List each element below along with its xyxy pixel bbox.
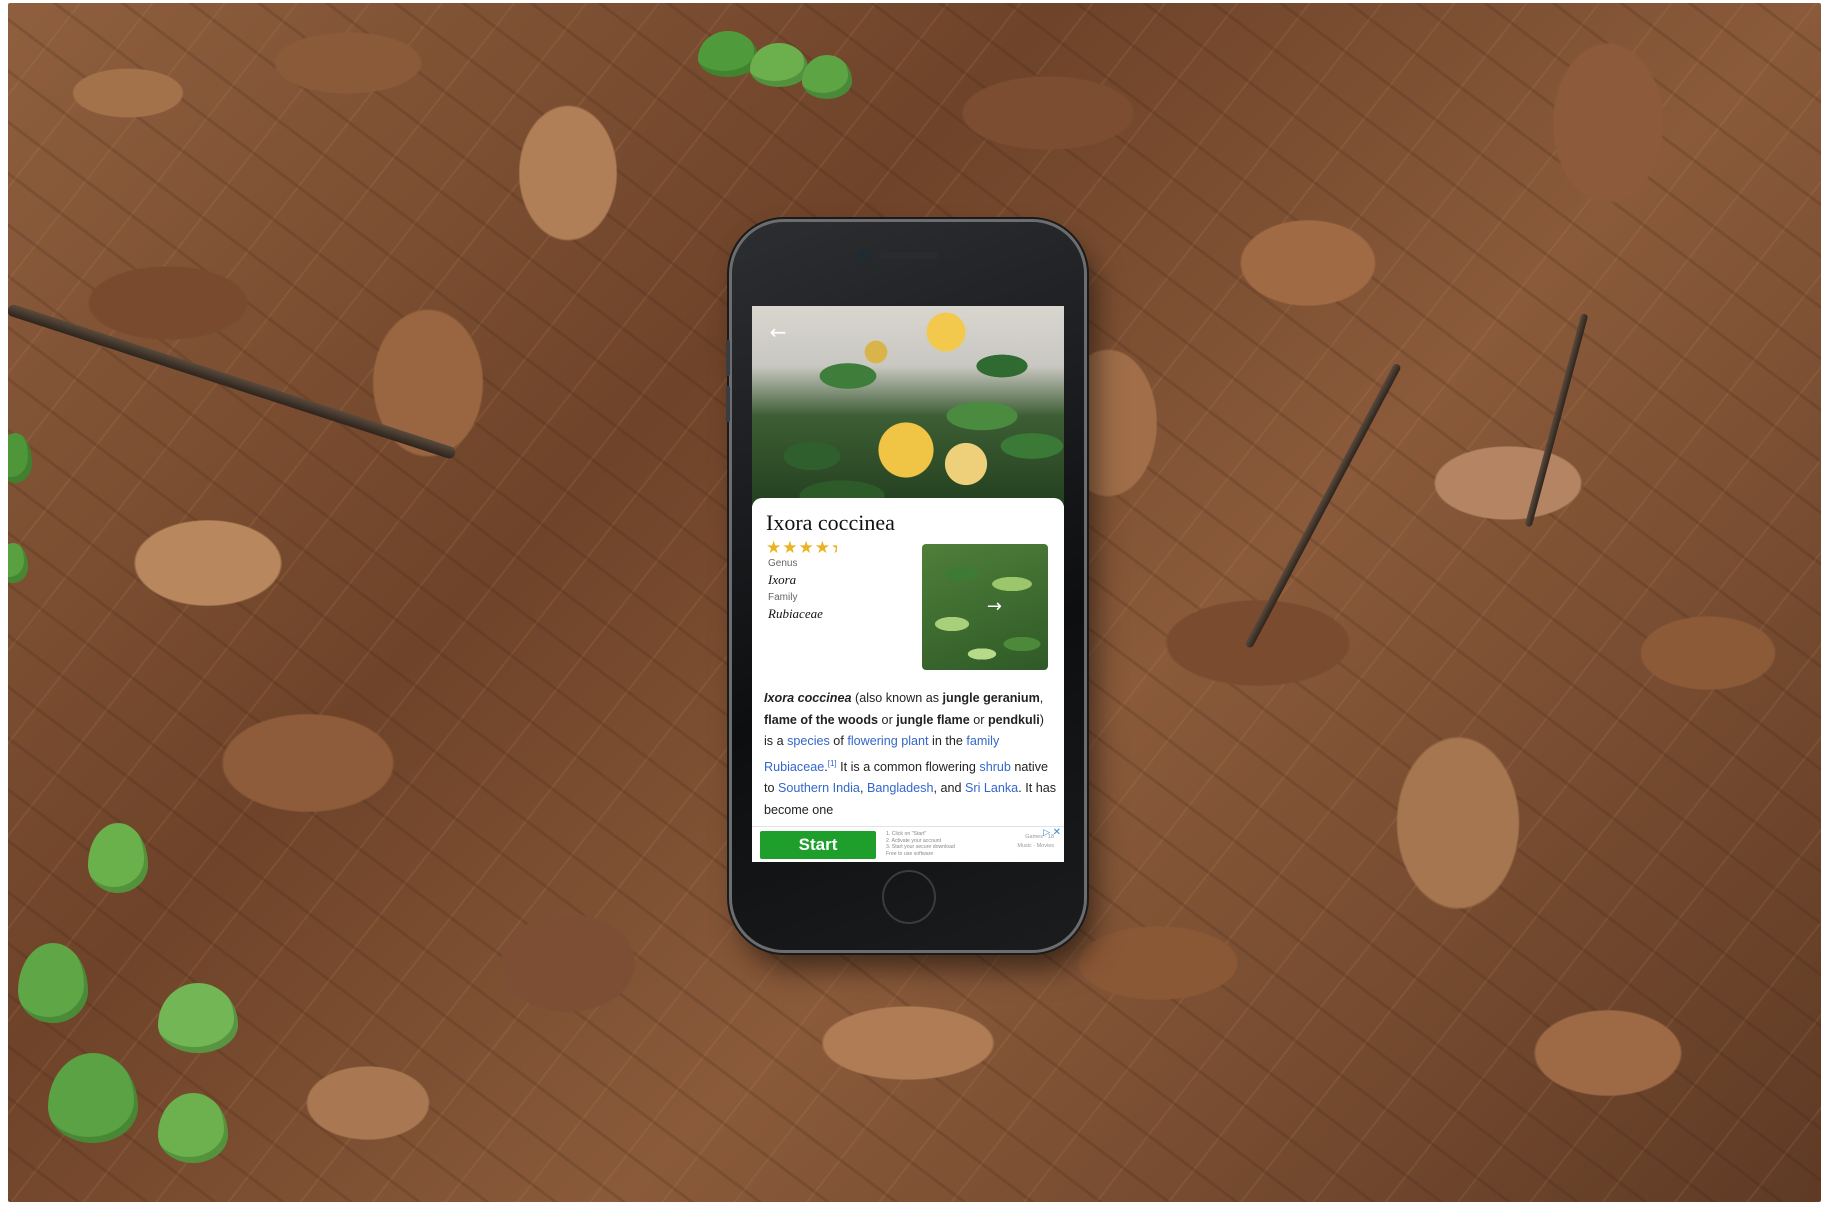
volume-up-button — [726, 340, 730, 376]
smartphone: ← Ixora coccinea ★★★★★ Genus Ixora Famil… — [726, 222, 1084, 950]
link-family[interactable]: family — [966, 734, 999, 748]
desc-text: or — [878, 712, 897, 727]
link-species[interactable]: species — [787, 734, 830, 748]
desc-text: , — [859, 781, 867, 796]
desc-text: , — [1039, 691, 1044, 705]
desc-text: of — [829, 734, 848, 748]
desc-text: in the — [928, 734, 967, 748]
front-camera — [858, 250, 869, 261]
link-bangladesh[interactable]: Bangladesh — [867, 781, 934, 795]
link-flowering-plant[interactable]: flowering plant — [847, 734, 928, 748]
desc-common-name: jungle flame — [896, 712, 970, 727]
plant-description: Ixora coccinea (also known as jungle ger… — [764, 688, 1056, 821]
link-southern-india[interactable]: Southern India — [778, 781, 860, 795]
link-shrub[interactable]: shrub — [979, 760, 1011, 774]
link-sri-lanka[interactable]: Sri Lanka — [965, 781, 1018, 795]
genus-value: Ixora — [768, 572, 797, 587]
family-label: Family — [768, 592, 798, 603]
ad-close-icon[interactable]: ✕ — [1053, 827, 1061, 838]
plant-info-card: Ixora coccinea ★★★★★ Genus Ixora Family … — [752, 498, 1064, 862]
desc-text: (also known as — [851, 691, 943, 705]
desc-text: or — [969, 712, 988, 727]
ad-banner[interactable]: Start 1. Click on "Start" 2. Activate yo… — [752, 826, 1064, 862]
plant-gallery-thumbnail[interactable]: → — [922, 544, 1048, 670]
link-rubiaceae[interactable]: Rubiaceae — [764, 760, 824, 774]
desc-text: It is a common flowering — [836, 759, 980, 774]
genus-label: Genus — [768, 558, 798, 569]
desc-text: , and — [933, 781, 965, 796]
twig — [8, 303, 457, 460]
ad-choices-icon[interactable]: ▷ — [1043, 828, 1050, 838]
back-arrow-icon[interactable]: ← — [766, 320, 790, 344]
ad-steps: 1. Click on "Start" 2. Activate your acc… — [886, 831, 955, 857]
plant-title: Ixora coccinea — [766, 510, 895, 535]
twig — [1244, 362, 1402, 649]
desc-common-name: jungle geranium — [942, 691, 1040, 705]
reference-link[interactable]: [1] — [828, 759, 837, 768]
desc-common-name: pendkuli — [987, 712, 1040, 727]
app-screen: ← Ixora coccinea ★★★★★ Genus Ixora Famil… — [752, 306, 1064, 862]
ad-step: 3. Start your secure download — [886, 844, 955, 850]
desc-species-name: Ixora coccinea — [764, 691, 852, 705]
earpiece-speaker — [878, 252, 938, 259]
star-icons-full: ★★★★ — [766, 538, 831, 558]
twig — [1524, 313, 1589, 528]
ad-meta-line: Music · Movies — [1017, 843, 1054, 849]
volume-down-button — [726, 386, 730, 422]
arrow-right-icon: → — [986, 596, 1002, 617]
ad-start-button[interactable]: Start — [760, 831, 876, 859]
ad-step: Free to use software — [886, 850, 934, 857]
plant-hero-photo: ← — [752, 306, 1064, 506]
desc-common-name: flame of the woods — [764, 712, 879, 727]
family-value: Rubiaceae — [768, 606, 823, 621]
star-icon-half: ★ — [831, 538, 837, 558]
star-rating: ★★★★★ — [766, 538, 837, 558]
home-button[interactable] — [882, 870, 936, 924]
